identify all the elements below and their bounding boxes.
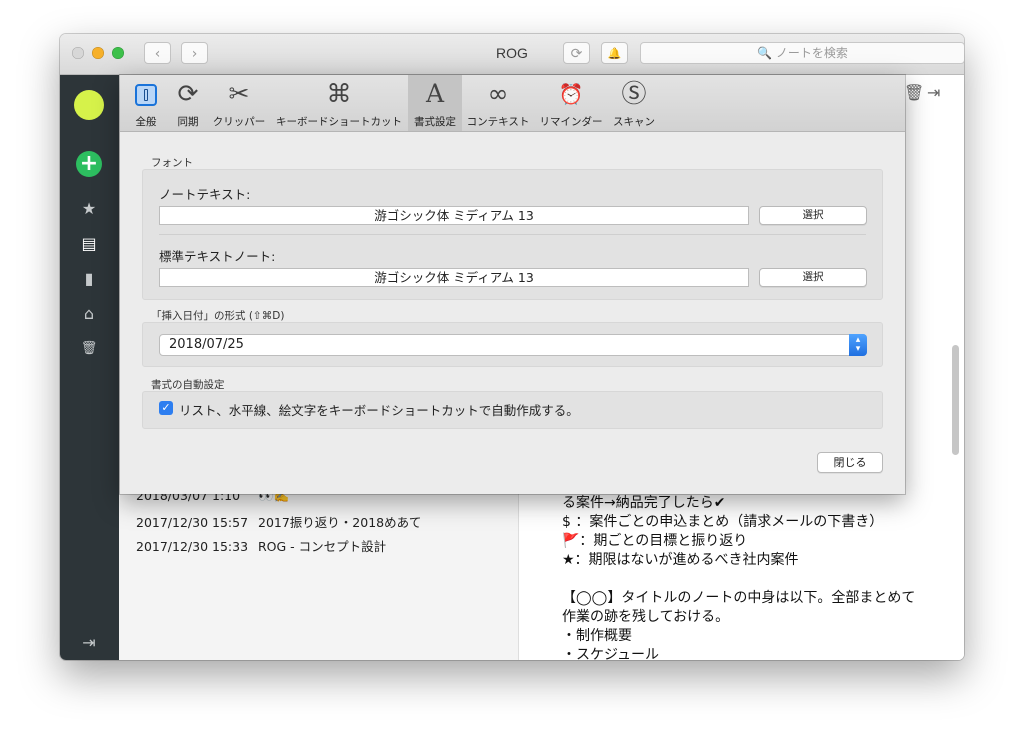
close-button[interactable]: 閉じる (817, 452, 883, 473)
sidebar-item-notes[interactable]: ▤ (77, 232, 101, 256)
date-format-value: 2018/07/25 (169, 337, 244, 352)
scissors-icon: ✂ (228, 79, 250, 108)
tab-label: コンテキスト (466, 116, 530, 128)
font-section-label: フォント (151, 157, 193, 169)
editor-line: $ ：案件ごとの申込まとめ（請求メールの下書き） (562, 514, 884, 530)
plain-text-select-button[interactable]: 選択 (759, 268, 867, 287)
auto-format-checkbox[interactable]: ✓ (159, 401, 173, 415)
editor-line: ・制作概要 (562, 628, 632, 644)
sidebar-item-shortcuts[interactable]: ★ (77, 197, 101, 221)
sync-icon: ⟳ (570, 46, 583, 62)
tab-label: クリッパー (212, 116, 266, 128)
chevron-updown-icon: ▴ ▾ (849, 334, 867, 356)
trash-icon: 🗑 (80, 341, 98, 356)
tab-scan[interactable]: Ⓢ スキャン (608, 75, 660, 131)
avatar[interactable] (74, 90, 104, 120)
delete-note-icon[interactable]: 🗑 (904, 83, 924, 102)
search-placeholder: 🔍 ノートを検索 (757, 46, 848, 60)
note-text-label: ノートテキスト: (159, 187, 251, 202)
divider (159, 234, 866, 235)
auto-format-checkbox-label[interactable]: リスト、水平線、絵文字をキーボードショートカットで自動作成する。 (179, 400, 579, 419)
note-title: 2017振り返り・2018めあて (258, 515, 422, 530)
date-format-section-label: 「挿入日付」の形式 (⇧⌘D) (151, 310, 285, 322)
sync-button[interactable]: ⟳ (563, 42, 590, 64)
bell-icon: 🔔 (607, 47, 622, 60)
sidebar-item-trash[interactable]: 🗑 (77, 337, 101, 361)
star-icon: ★ (81, 199, 97, 218)
tab-label: 書式設定 (414, 116, 456, 128)
tab-keyboard-shortcuts[interactable]: ⌘ キーボードショートカット (270, 75, 408, 131)
tab-sync[interactable]: ⟳ 同期 (168, 75, 208, 131)
editor-line: 作業の跡を残しておける。 (562, 609, 730, 625)
new-note-button[interactable]: + (76, 151, 102, 177)
plain-text-label: 標準テキストノート: (159, 249, 276, 264)
note-title: ROG - コンセプト設計 (258, 539, 387, 554)
list-item[interactable]: 2017/12/30 15:57 2017振り返り・2018めあて (136, 512, 421, 531)
preferences-toolbar: 全般 ⟳ 同期 ✂ クリッパー ⌘ キーボードショートカット A 書式設定 ∞ … (120, 75, 905, 132)
tab-general[interactable]: 全般 (124, 75, 168, 131)
share-note-icon[interactable]: ⇥ (927, 83, 940, 102)
context-icon: ∞ (487, 79, 509, 108)
date-format-box: 2018/07/25 ▴ ▾ (142, 322, 883, 367)
exit-icon: ⇥ (82, 633, 96, 652)
shared-icon: ⌂ (83, 304, 95, 323)
sidebar: + ★ ▤ ▮ ⌂ 🗑 ⇥ (60, 75, 119, 660)
tab-formatting[interactable]: A 書式設定 (408, 75, 462, 131)
editor-scrollbar[interactable] (952, 345, 959, 455)
editor-line: 🚩：期ごとの目標と振り返り (562, 533, 748, 549)
editor-line: ・スケジュール (562, 647, 660, 660)
note-date: 2017/12/30 15:57 (136, 515, 249, 530)
scan-icon: Ⓢ (621, 79, 647, 108)
notebook-icon: ▮ (84, 269, 94, 288)
editor-line: る案件→納品完了したら✔ (562, 495, 726, 511)
note-date: 2017/12/30 15:33 (136, 539, 249, 554)
plus-icon: + (79, 151, 99, 176)
sidebar-item-shared[interactable]: ⌂ (77, 302, 101, 326)
tab-label: スキャン (613, 116, 655, 128)
notifications-button[interactable]: 🔔 (601, 42, 628, 64)
tab-label: 同期 (177, 116, 199, 128)
editor-line: 【◯◯】タイトルのノートの中身は以下。全部まとめて (562, 590, 916, 606)
tab-label: キーボードショートカット (276, 116, 402, 128)
alarm-clock-icon: ⏰ (558, 82, 584, 106)
note-text-select-button[interactable]: 選択 (759, 206, 867, 225)
sync-icon: ⟳ (177, 79, 199, 108)
font-settings-box: ノートテキスト: 游ゴシック体 ミディアム 13 選択 標準テキストノート: 游… (142, 169, 883, 300)
title-bar: ‹ › ROG ⟳ 🔔 🔍 ノートを検索 (60, 34, 964, 75)
font-icon: A (425, 79, 445, 108)
general-icon (124, 81, 168, 107)
note-text-font-display: 游ゴシック体 ミディアム 13 (159, 206, 749, 225)
command-icon: ⌘ (326, 79, 352, 108)
auto-format-section-label: 書式の自動設定 (151, 379, 225, 391)
note-icon: ▤ (81, 234, 97, 253)
checkmark-icon: ✓ (161, 401, 171, 414)
tab-clipper[interactable]: ✂ クリッパー (208, 75, 270, 131)
list-item[interactable]: 2017/12/30 15:33 ROG - コンセプト設計 (136, 536, 386, 555)
plain-text-font-display: 游ゴシック体 ミディアム 13 (159, 268, 749, 287)
sidebar-item-logout[interactable]: ⇥ (77, 631, 101, 655)
date-format-select[interactable]: 2018/07/25 ▴ ▾ (159, 334, 867, 356)
tab-context[interactable]: ∞ コンテキスト (462, 75, 534, 131)
search-input[interactable]: 🔍 ノートを検索 (640, 42, 964, 64)
editor-line: ★：期限はないが進めるべき社内案件 (562, 552, 799, 568)
auto-format-box: ✓ リスト、水平線、絵文字をキーボードショートカットで自動作成する。 (142, 391, 883, 429)
tab-label: リマインダー (539, 116, 603, 128)
tab-reminders[interactable]: ⏰ リマインダー (534, 75, 608, 131)
preferences-dialog: 全般 ⟳ 同期 ✂ クリッパー ⌘ キーボードショートカット A 書式設定 ∞ … (120, 75, 905, 494)
tab-label: 全般 (135, 116, 157, 128)
sidebar-item-notebooks[interactable]: ▮ (77, 267, 101, 291)
